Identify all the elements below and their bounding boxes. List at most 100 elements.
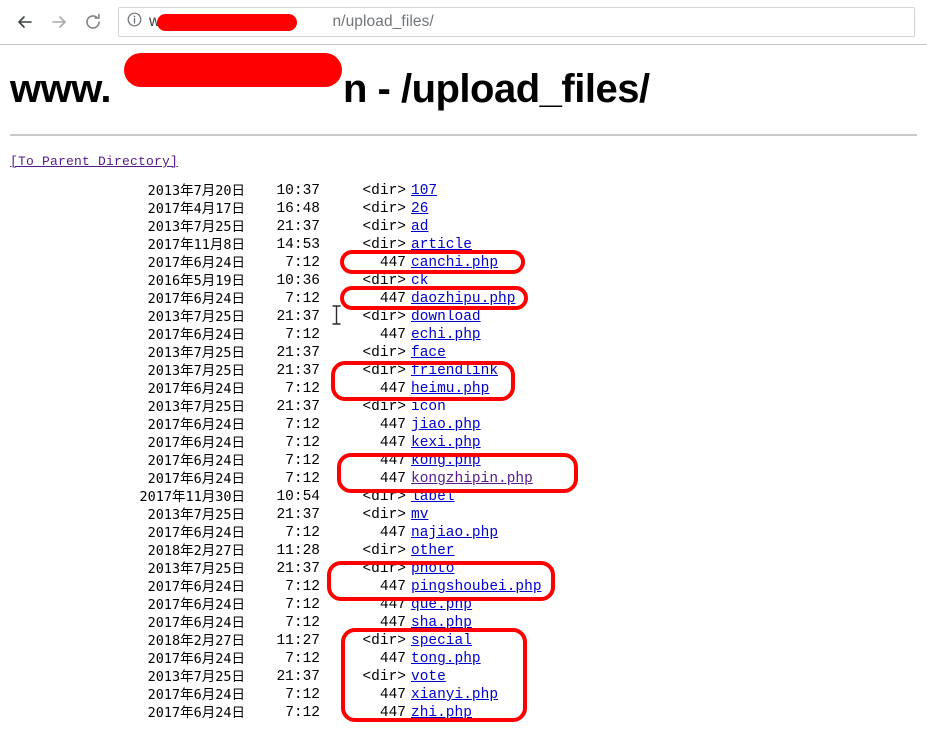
row-dir-marker: <dir> <box>362 363 406 379</box>
row-date: 2018年2月27日 <box>147 633 245 649</box>
row-name-link[interactable]: pingshoubei.php <box>411 578 542 596</box>
row-name-link[interactable]: face <box>411 344 446 362</box>
row-time: 7:12 <box>285 471 320 487</box>
row-time: 7:12 <box>285 435 320 451</box>
row-name-link[interactable]: ck <box>411 272 428 290</box>
row-size: 447 <box>379 381 406 397</box>
title-redaction-bar <box>124 53 342 87</box>
row-date: 2017年6月24日 <box>147 471 245 487</box>
row-size: 447 <box>379 597 406 613</box>
row-name-link[interactable]: other <box>411 542 455 560</box>
row-name-link[interactable]: tong.php <box>411 650 481 668</box>
row-name-link[interactable]: daozhipu.php <box>411 290 515 308</box>
row-name-link[interactable]: sha.php <box>411 614 472 632</box>
row-dir-marker: <dir> <box>362 237 406 253</box>
row-time: 21:37 <box>276 507 320 523</box>
row-name-link[interactable]: kexi.php <box>411 434 481 452</box>
row-date: 2017年6月24日 <box>147 417 245 433</box>
row-name-link[interactable]: mv <box>411 506 428 524</box>
row-time: 16:48 <box>276 201 320 217</box>
row-date: 2017年6月24日 <box>147 615 245 631</box>
row-date: 2017年11月8日 <box>147 237 245 253</box>
row-name-link[interactable]: icon <box>411 398 446 416</box>
back-button[interactable] <box>8 5 42 39</box>
row-date: 2013年7月25日 <box>147 345 245 361</box>
row-date: 2013年7月25日 <box>147 669 245 685</box>
page-title: www. n - /upload_files/ <box>0 45 927 112</box>
row-name-link[interactable]: download <box>411 308 481 326</box>
row-name-link[interactable]: photo <box>411 560 455 578</box>
address-bar[interactable]: www.n/upload_files/ <box>118 7 915 37</box>
row-dir-marker: <dir> <box>362 507 406 523</box>
row-name-link[interactable]: ad <box>411 218 428 236</box>
row-date: 2013年7月25日 <box>147 507 245 523</box>
row-size: 447 <box>379 291 406 307</box>
url-suffix: n/upload_files/ <box>332 13 434 30</box>
listing-row: 2017年6月24日 7:12 447 daozhipu.php <box>0 290 927 308</box>
row-date: 2017年6月24日 <box>147 525 245 541</box>
row-date: 2017年6月24日 <box>147 687 245 703</box>
row-name-link[interactable]: zhi.php <box>411 704 472 722</box>
listing-row: 2013年7月20日 10:37 <dir> 107 <box>0 182 927 200</box>
row-size: 447 <box>379 255 406 271</box>
row-size: 447 <box>379 687 406 703</box>
row-date: 2013年7月25日 <box>147 363 245 379</box>
reload-button[interactable] <box>76 5 110 39</box>
row-dir-marker: <dir> <box>362 201 406 217</box>
listing-row: 2017年6月24日 7:12 447 tong.php <box>0 650 927 668</box>
row-name-link[interactable]: echi.php <box>411 326 481 344</box>
row-name-link[interactable]: kongzhipin.php <box>411 470 533 488</box>
row-name-link[interactable]: 26 <box>411 200 428 218</box>
row-name-link[interactable]: najiao.php <box>411 524 498 542</box>
to-parent-directory-link[interactable]: [To Parent Directory] <box>10 154 178 169</box>
listing-row: 2018年2月27日 11:28 <dir> other <box>0 542 927 560</box>
listing-row: 2013年7月25日 21:37 <dir> face <box>0 344 927 362</box>
row-time: 21:37 <box>276 363 320 379</box>
listing-row: 2013年7月25日 21:37 <dir> mv <box>0 506 927 524</box>
row-time: 21:37 <box>276 561 320 577</box>
row-name-link[interactable]: article <box>411 236 472 254</box>
row-time: 7:12 <box>285 525 320 541</box>
row-name-link[interactable]: friendlink <box>411 362 498 380</box>
row-date: 2017年4月17日 <box>147 201 245 217</box>
row-name-link[interactable]: label <box>411 488 455 506</box>
row-time: 21:37 <box>276 345 320 361</box>
row-name-link[interactable]: heimu.php <box>411 380 489 398</box>
listing-row: 2013年7月25日 21:37 <dir> ad <box>0 218 927 236</box>
row-time: 21:37 <box>276 399 320 415</box>
row-size: 447 <box>379 435 406 451</box>
row-size: 447 <box>379 453 406 469</box>
row-time: 7:12 <box>285 597 320 613</box>
row-dir-marker: <dir> <box>362 345 406 361</box>
row-size: 447 <box>379 525 406 541</box>
listing-row: 2017年6月24日 7:12 447 echi.php <box>0 326 927 344</box>
row-time: 14:53 <box>276 237 320 253</box>
row-name-link[interactable]: kong.php <box>411 452 481 470</box>
listing-row: 2017年4月17日 16:48 <dir> 26 <box>0 200 927 218</box>
row-date: 2013年7月25日 <box>147 309 245 325</box>
row-name-link[interactable]: special <box>411 632 472 650</box>
row-date: 2017年11月30日 <box>139 489 245 505</box>
listing-row: 2017年6月24日 7:12 447 kexi.php <box>0 434 927 452</box>
info-circle-icon[interactable] <box>127 12 142 32</box>
row-name-link[interactable]: que.php <box>411 596 472 614</box>
row-name-link[interactable]: vote <box>411 668 446 686</box>
row-name-link[interactable]: xianyi.php <box>411 686 498 704</box>
page-title-suffix: n - /upload_files/ <box>342 67 650 111</box>
row-name-link[interactable]: jiao.php <box>411 416 481 434</box>
row-date: 2013年7月25日 <box>147 561 245 577</box>
forward-button[interactable] <box>42 5 76 39</box>
back-arrow-icon <box>15 12 35 32</box>
row-name-link[interactable]: 107 <box>411 182 437 200</box>
listing-row: 2017年6月24日 7:12 447 najiao.php <box>0 524 927 542</box>
row-name-link[interactable]: canchi.php <box>411 254 498 272</box>
listing-row: 2013年7月25日 21:37 <dir> photo <box>0 560 927 578</box>
row-dir-marker: <dir> <box>362 633 406 649</box>
row-dir-marker: <dir> <box>362 489 406 505</box>
row-date: 2016年5月19日 <box>147 273 245 289</box>
listing-row: 2017年6月24日 7:12 447 jiao.php <box>0 416 927 434</box>
listing-row: 2017年6月24日 7:12 447 xianyi.php <box>0 686 927 704</box>
page-title-prefix: www. <box>10 67 111 111</box>
listing-row: 2017年6月24日 7:12 447 zhi.php <box>0 704 927 722</box>
row-time: 7:12 <box>285 255 320 271</box>
